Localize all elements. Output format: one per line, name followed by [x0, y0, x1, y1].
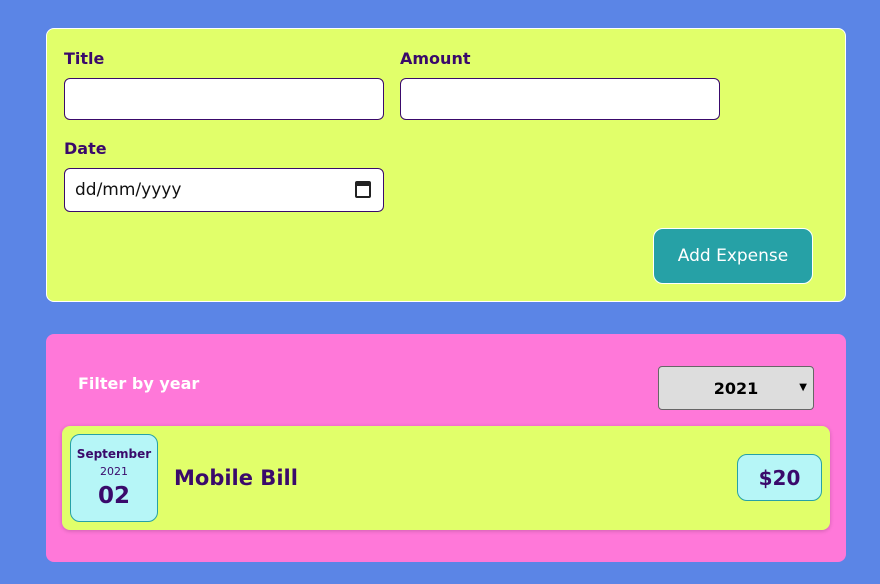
- expense-date: September 2021 02: [70, 434, 158, 522]
- expense-title: Mobile Bill: [174, 466, 298, 490]
- date-placeholder: dd/mm/yyyy: [75, 180, 182, 200]
- title-input[interactable]: [64, 78, 384, 120]
- filter-label: Filter by year: [78, 374, 200, 393]
- expense-amount: $20: [737, 454, 822, 501]
- calendar-icon[interactable]: [355, 181, 371, 198]
- selected-year: 2021: [713, 378, 759, 398]
- chevron-down-icon: ▼: [799, 382, 807, 393]
- expense-day: 02: [97, 483, 130, 509]
- expense-year: 2021: [100, 465, 128, 478]
- title-label: Title: [64, 49, 105, 68]
- amount-input[interactable]: [400, 78, 720, 120]
- new-expense-form: Title Amount Date dd/mm/yyyy Add Expense: [46, 28, 846, 302]
- year-filter-select[interactable]: 2021 ▼: [658, 366, 814, 410]
- amount-label: Amount: [400, 49, 471, 68]
- expenses-list: Filter by year 2021 ▼ September 2021 02 …: [46, 334, 846, 562]
- date-input[interactable]: dd/mm/yyyy: [64, 168, 384, 212]
- add-expense-button[interactable]: Add Expense: [653, 228, 813, 284]
- expense-month: September: [76, 447, 152, 461]
- expense-item[interactable]: September 2021 02 Mobile Bill $20: [62, 426, 830, 530]
- date-label: Date: [64, 139, 107, 158]
